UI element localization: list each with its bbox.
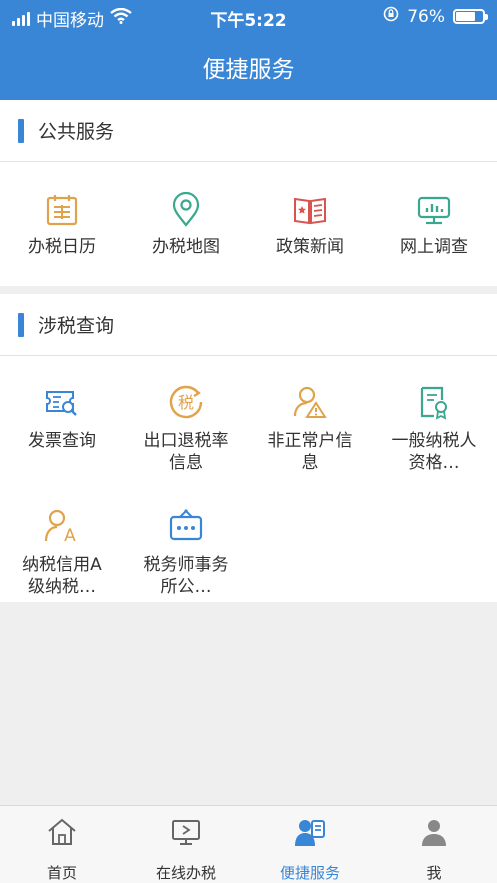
news-book-icon xyxy=(292,192,328,228)
online-monitor-icon xyxy=(170,816,202,848)
service-label: 非正常户信息 xyxy=(267,431,353,473)
tab-me[interactable]: 我 xyxy=(372,806,496,883)
service-tax-calendar[interactable]: 办税日历 xyxy=(0,162,124,286)
certificate-icon xyxy=(416,384,452,420)
service-label: 税务师事务 所公… xyxy=(143,555,229,597)
map-pin-icon xyxy=(168,191,204,228)
section-title: 公共服务 xyxy=(38,121,115,143)
service-export-refund-rate[interactable]: 税 出口退税率 信息 xyxy=(124,356,248,480)
section-accent-bar xyxy=(18,119,24,143)
public-services-grid: 办税日历 办税地图 政策新闻 网上调查 xyxy=(0,162,497,286)
service-label: 发票查询 xyxy=(28,431,96,451)
user-warning-icon xyxy=(292,384,328,420)
tab-home[interactable]: 首页 xyxy=(0,806,124,883)
calendar-icon xyxy=(44,192,80,228)
convenience-icon xyxy=(294,816,326,848)
service-policy-news[interactable]: 政策新闻 xyxy=(248,162,372,286)
service-label: 办税日历 xyxy=(28,237,96,257)
service-tax-map[interactable]: 办税地图 xyxy=(124,162,248,286)
service-label: 办税地图 xyxy=(152,237,220,257)
service-tax-agent-office[interactable]: 税务师事务 所公… xyxy=(124,480,248,602)
service-label: 一般纳税人 资格… xyxy=(391,431,477,473)
battery-percent: 76% xyxy=(407,6,445,27)
page-title: 便捷服务 xyxy=(202,57,295,83)
service-label: 出口退税率 信息 xyxy=(143,431,229,473)
survey-monitor-icon xyxy=(416,192,452,228)
service-abnormal-household[interactable]: 非正常户信息 xyxy=(248,356,372,480)
service-label: 网上调查 xyxy=(400,237,468,257)
tax-refund-icon: 税 xyxy=(168,384,204,420)
bottom-tab-bar: 首页 在线办税 便捷服务 我 xyxy=(0,805,497,883)
section-accent-bar xyxy=(18,313,24,337)
tab-convenience[interactable]: 便捷服务 xyxy=(248,806,372,883)
svg-text:税: 税 xyxy=(178,393,194,412)
tab-label: 我 xyxy=(426,864,442,882)
status-bar: 中国移动 下午5:22 76% xyxy=(0,0,497,34)
svg-text:A: A xyxy=(64,526,76,544)
tab-online-tax[interactable]: 在线办税 xyxy=(124,806,248,883)
tab-label: 便捷服务 xyxy=(279,864,340,882)
service-credit-a-taxpayer[interactable]: A 纳税信用A 级纳税… xyxy=(0,480,124,602)
section-header-tax-inquiry: 涉税查询 xyxy=(0,294,497,356)
tax-inquiry-grid: 发票查询 税 出口退税率 信息 非正常户信息 一般纳税人 资格… A 纳税信用A 级纳… xyxy=(0,356,497,602)
tab-label: 首页 xyxy=(46,864,77,882)
service-invoice-inquiry[interactable]: 发票查询 xyxy=(0,356,124,480)
service-general-taxpayer[interactable]: 一般纳税人 资格… xyxy=(372,356,496,480)
section-title: 涉税查询 xyxy=(38,315,115,337)
rotation-lock-icon xyxy=(383,6,399,27)
service-online-survey[interactable]: 网上调查 xyxy=(372,162,496,286)
service-label: 纳税信用A 级纳税… xyxy=(22,555,102,597)
section-header-public-services: 公共服务 xyxy=(0,100,497,162)
office-sign-icon xyxy=(168,508,204,544)
service-label: 政策新闻 xyxy=(276,237,344,257)
tab-label: 在线办税 xyxy=(155,864,216,882)
top-bar: 中国移动 下午5:22 76% 便捷服务 xyxy=(0,0,497,100)
credit-a-icon: A xyxy=(44,508,80,546)
invoice-search-icon xyxy=(44,384,80,420)
profile-icon xyxy=(418,816,450,848)
battery-icon xyxy=(453,9,488,24)
home-icon xyxy=(46,816,78,848)
